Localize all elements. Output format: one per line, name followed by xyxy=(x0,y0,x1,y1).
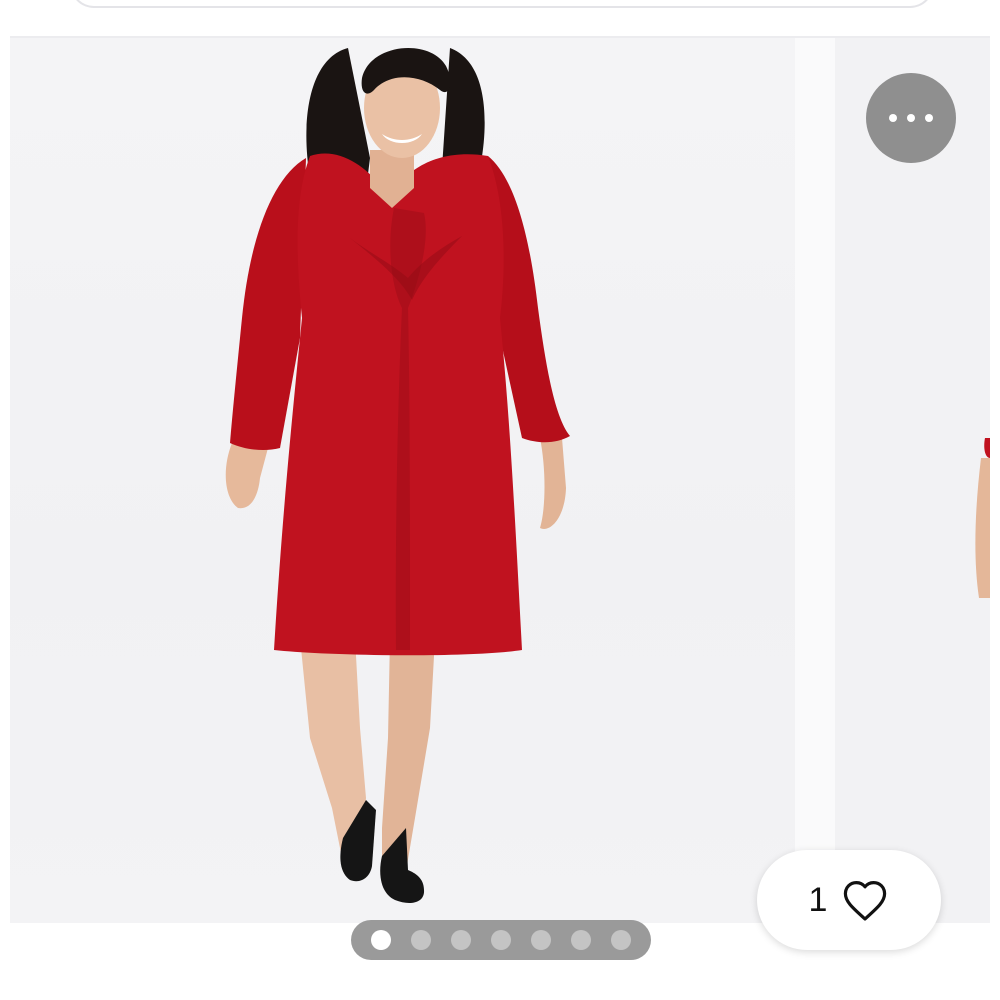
model-in-red-dress xyxy=(225,47,570,903)
like-button[interactable]: 1 xyxy=(757,850,941,950)
ellipsis-icon xyxy=(889,114,933,122)
more-options-button[interactable] xyxy=(866,73,956,163)
pager-dot-2[interactable] xyxy=(411,930,431,950)
photo-separator xyxy=(795,38,835,923)
next-product-photo[interactable] xyxy=(835,38,990,923)
image-pager[interactable] xyxy=(351,920,651,960)
pager-dot-6[interactable] xyxy=(571,930,591,950)
heart-outline-icon xyxy=(844,881,887,921)
pager-dot-7[interactable] xyxy=(611,930,631,950)
pager-dot-5[interactable] xyxy=(531,930,551,950)
pager-dot-3[interactable] xyxy=(451,930,471,950)
pager-dot-4[interactable] xyxy=(491,930,511,950)
next-photo-arm xyxy=(975,438,990,598)
product-photo[interactable] xyxy=(10,38,795,923)
search-bar-edge[interactable] xyxy=(70,0,934,8)
like-count: 1 xyxy=(808,880,828,919)
pager-dot-1[interactable] xyxy=(371,930,391,950)
